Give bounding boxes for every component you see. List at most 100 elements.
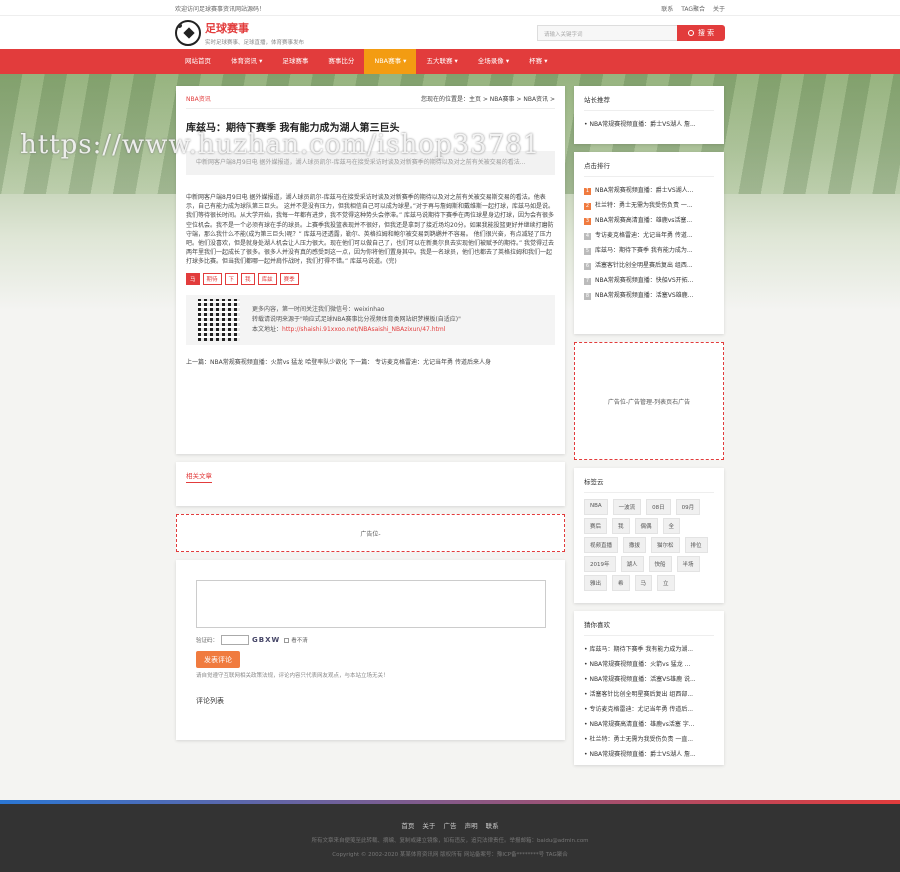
tag-cloud-item[interactable]: 视频直播 [584, 537, 619, 553]
captcha-input[interactable] [221, 635, 250, 645]
footer-link-home[interactable]: 首页 [401, 822, 414, 830]
tag-item[interactable]: 我 [241, 272, 255, 285]
related-articles: 相关文章 [176, 462, 565, 506]
list-item[interactable]: 3 NBA常规赛高清直播：雄鹿vs活塞... [584, 213, 714, 228]
breadcrumb: NBA资讯 您现在的位置是：主页 > NBA赛事 > NBA资讯 > [186, 94, 555, 109]
tag-cloud-item[interactable]: 猫尔松 [651, 537, 680, 553]
topbar-link-contact[interactable]: 联系 [661, 6, 673, 13]
list-item[interactable]: 8 NBA常规赛视频直播：活塞VS雄鹿... [584, 288, 714, 303]
tag-item[interactable]: 马 [186, 272, 200, 285]
search-button[interactable]: 搜 索 [677, 24, 725, 41]
comment-textarea[interactable] [196, 580, 546, 628]
nav-cups[interactable]: 杯赛 ▾ [519, 49, 557, 74]
footer-link-contact[interactable]: 联系 [486, 822, 499, 830]
tag-cloud-item[interactable]: 希 [612, 575, 630, 591]
topbar-link-about[interactable]: 关于 [713, 6, 725, 13]
list-item[interactable]: 7 NBA常规赛视频直播：快船VS开拓... [584, 273, 714, 288]
tag-cloud-item[interactable]: 我 [612, 518, 630, 534]
category-label[interactable]: NBA资讯 [186, 94, 211, 103]
nav-scores[interactable]: 赛事比分 [318, 49, 364, 74]
nav-football[interactable]: 足球赛事 [272, 49, 318, 74]
wechat-box: 更多内容，第一时间关注我们微信号：weixinhao 转载请说明来源于"响应式足… [186, 294, 555, 345]
list-item[interactable]: 4 专访麦克格雷迪：尤记当年勇 传道... [584, 228, 714, 243]
article-url[interactable]: http://shaishi.91xxoo.net/NBAsaishi_NBAz… [282, 326, 445, 333]
tag-cloud-item[interactable]: 半场 [676, 556, 700, 572]
article-tags: 马 期待 下 我 库兹 赛季 [186, 272, 555, 285]
tag-cloud-item[interactable]: 08日 [646, 499, 671, 515]
recommend-box: 站长推荐 • NBA常规赛视频直播：爵士VS湖人 詹... [574, 86, 724, 144]
tag-item[interactable]: 库兹 [257, 272, 277, 285]
tag-cloud-item[interactable]: 马 [634, 575, 653, 591]
main-ad[interactable]: 广告位- [176, 514, 565, 552]
tag-cloud-item[interactable]: 快船 [648, 556, 672, 572]
tag-cloud-item[interactable]: 撒拔 [623, 537, 647, 553]
comment-list-heading: 评论列表 [196, 697, 224, 705]
footer-disclaimer: 所有文章来自便笺至此转载、摘编、复制或建立镜像，如有违反，追究法律责任。举报邮箱… [311, 838, 589, 844]
tag-cloud-item[interactable]: 雅出 [584, 575, 608, 591]
list-item[interactable]: • 杜兰特：勇士无需为我受伤负责 一直... [584, 732, 714, 747]
comment-section: 验证码： GBXW 看不清 发表评论 请自觉遵守互联网相关政策法规，评论内容只代… [176, 560, 565, 740]
list-item[interactable]: • NBA常规赛视频直播：活塞VS雄鹿 说... [584, 672, 714, 687]
main-nav: 网站首页 体育资讯 ▾ 足球赛事 赛事比分 NBA赛事 ▾ 五大联赛 ▾ 全场录… [0, 49, 900, 74]
list-item[interactable]: • 库兹马：期待下赛季 我有能力成为湖... [584, 642, 714, 657]
tag-cloud-item[interactable]: 2019年 [584, 556, 616, 572]
footer-link-statement[interactable]: 声明 [465, 822, 478, 830]
tag-cloud-box: 标签云 NBA 一波流 08日 09月 赛后 我 偶偶 全 视频直播 撒拔 猫尔… [574, 468, 724, 603]
url-label: 本文地址： [252, 325, 283, 333]
prev-article-link[interactable]: 上一篇：NBA常规赛视频直播：火箭vs 猛龙 哈登率队少欲化 [186, 359, 347, 366]
nav-sports-news[interactable]: 体育资讯 ▾ [221, 49, 272, 74]
tag-cloud-item[interactable]: 全 [662, 518, 681, 534]
tag-cloud-item[interactable]: 排位 [684, 537, 708, 553]
tag-item[interactable]: 赛季 [279, 272, 299, 285]
tag-cloud-item[interactable]: 赛后 [584, 518, 608, 534]
nav-replays[interactable]: 全场录像 ▾ [468, 49, 519, 74]
tag-item[interactable]: 期待 [202, 272, 222, 285]
captcha-label: 验证码： [196, 638, 219, 644]
next-article-link[interactable]: 下一篇： 专访麦克格雷迪：尤记当年勇 传道后来人身 [349, 359, 491, 366]
refresh-captcha-label: 看不清 [291, 638, 308, 644]
list-item[interactable]: 6 活塞客针比创全明星赛后复出 组西... [584, 258, 714, 273]
list-item[interactable]: • NBA常规赛视频直播：火箭vs 猛龙 ... [584, 657, 714, 672]
search-input[interactable]: 请输入关键字词 [537, 24, 677, 41]
list-item[interactable]: • 活塞客针比创全明星赛后复出 组西部... [584, 687, 714, 702]
tag-cloud-item[interactable]: 偶偶 [634, 518, 658, 534]
list-item[interactable]: 1 NBA常规赛视频直播：爵士VS湖人... [584, 183, 714, 198]
likes-heading: 猜你喜欢 [584, 619, 714, 636]
remember-checkbox[interactable] [284, 637, 290, 643]
tag-cloud: NBA 一波流 08日 09月 赛后 我 偶偶 全 视频直播 撒拔 猫尔松 排位… [584, 499, 714, 591]
prev-next: 上一篇：NBA常规赛视频直播：火箭vs 猛龙 哈登率队少欲化 下一篇： 专访麦克… [186, 358, 555, 367]
article-body: 中新网客户端8月9日电 据外媒报道，湖人球员凯尔-库兹马在接受采访时谈及对新赛季… [186, 194, 555, 266]
nav-leagues[interactable]: 五大联赛 ▾ [416, 49, 467, 74]
captcha-image[interactable]: GBXW [252, 636, 280, 644]
topbar-link-tag[interactable]: TAG聚合 [681, 6, 705, 13]
nav-nba[interactable]: NBA赛事 ▾ [364, 49, 417, 74]
breadcrumb-path[interactable]: 您现在的位置是：主页 > NBA赛事 > NBA资讯 > [421, 94, 555, 103]
watermark: https://www.huzhan.com/ishop33781 [20, 130, 541, 160]
source-line: 转载请说明来源于"响应式足球NBA赛事比分视频体育类网站织梦模板(自适应)" [252, 315, 461, 323]
football-icon [175, 19, 201, 46]
site-logo[interactable]: 足球赛事 实时足球赛事、足球直播，体育赛事发布 [175, 19, 305, 46]
post-comment-button[interactable]: 发表评论 [196, 651, 240, 668]
nav-home[interactable]: 网站首页 [175, 49, 221, 74]
list-item[interactable]: • NBA常规赛视频直播：爵士VS湖人 詹... [584, 747, 714, 762]
side-ad[interactable]: 广告位-广告管理-列表页右广告 [574, 342, 724, 460]
tag-cloud-item[interactable]: NBA [584, 499, 608, 515]
list-item[interactable]: • 专访麦克格雷迪：尤记当年勇 传道后... [584, 702, 714, 717]
list-item[interactable]: • NBA常规赛高清直播：雄鹿vs活塞 字... [584, 717, 714, 732]
search-button-label: 搜 索 [697, 28, 715, 37]
site-name: 足球赛事 [205, 21, 249, 35]
list-item[interactable]: 2 杜兰特：勇士无需为我受伤负责 一... [584, 198, 714, 213]
related-heading: 相关文章 [186, 470, 212, 483]
tag-cloud-item[interactable]: 湖人 [620, 556, 644, 572]
recommend-heading: 站长推荐 [584, 94, 714, 111]
footer-link-ads[interactable]: 广告 [444, 822, 457, 830]
footer-link-about[interactable]: 关于 [422, 822, 435, 830]
tag-cloud-item[interactable]: 一波流 [612, 499, 642, 515]
list-item[interactable]: • NBA常规赛视频直播：爵士VS湖人 詹... [584, 117, 714, 132]
tag-cloud-item[interactable]: 09月 [675, 499, 701, 515]
site-slogan: 实时足球赛事、足球直播，体育赛事发布 [205, 39, 305, 46]
search-icon [687, 29, 694, 36]
list-item[interactable]: 5 库兹马：期待下赛季 我有能力成为... [584, 243, 714, 258]
tag-cloud-item[interactable]: 立 [657, 575, 675, 591]
tag-item[interactable]: 下 [224, 272, 239, 285]
